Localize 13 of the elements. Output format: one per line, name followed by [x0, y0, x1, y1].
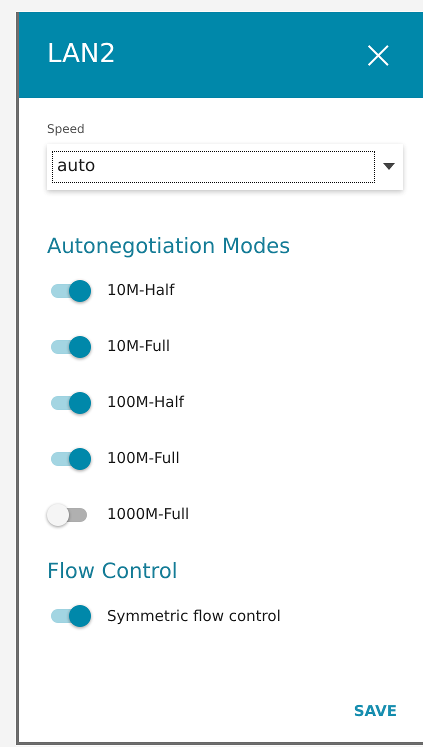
- switch-label: 10M-Full: [107, 336, 170, 358]
- section-title: Autonegotiation Modes: [47, 234, 292, 259]
- save-button[interactable]: SAVE: [348, 696, 403, 726]
- field-label: Speed: [47, 121, 86, 138]
- switch-label: 100M-Half: [107, 392, 184, 414]
- switch-label: Symmetric flow control: [107, 606, 281, 627]
- switch-label: 100M-Full: [107, 448, 180, 470]
- switch-label: 10M-Half: [107, 280, 174, 302]
- caret-icon: [383, 163, 395, 170]
- dialog-title: LAN2: [47, 39, 116, 71]
- section-title: Flow Control: [47, 558, 179, 584]
- close-button[interactable]: ×: [361, 35, 395, 75]
- switch-label: 1000M-Full: [107, 504, 190, 526]
